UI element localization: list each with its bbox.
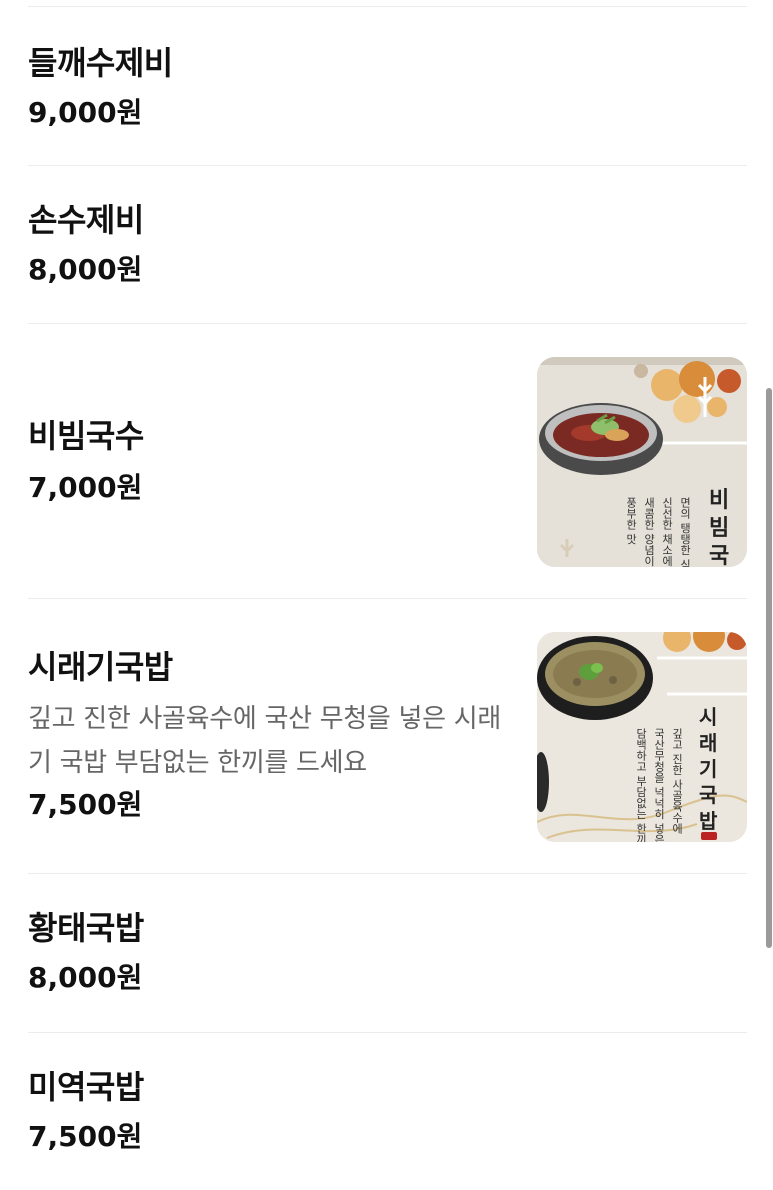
menu-item-price: 8,000원 [28, 253, 143, 286]
svg-text:풍부한 맛: 풍부한 맛 [625, 497, 638, 545]
menu-item-name: 비빔국수 [28, 417, 144, 455]
svg-text:빔: 빔 [709, 516, 729, 541]
svg-text:시: 시 [699, 705, 717, 729]
menu-item-miyeok-gukbap[interactable]: 미역국밥 7,500원 [28, 1033, 747, 1190]
svg-text:국: 국 [709, 544, 729, 567]
menu-item-name: 손수제비 [28, 201, 144, 239]
menu-item-description: 깊고 진한 사골육수에 국산 무청을 넣은 시래기 국밥 부담없는 한끼를 드세… [28, 704, 501, 778]
svg-text:밥: 밥 [699, 809, 718, 833]
svg-text:국: 국 [699, 783, 717, 807]
menu-item-deulkkae-sujebi[interactable]: 들깨수제비 9,000원 [28, 7, 747, 166]
menu-list: 들깨수제비 9,000원 손수제비 8,000원 비빔국수 7,000원 비 빔… [0, 0, 773, 1190]
svg-text:깊고 진한 사골육수에: 깊고 진한 사골육수에 [671, 728, 684, 835]
menu-item-price: 9,000원 [28, 96, 143, 129]
svg-text:새콤한 양념이: 새콤한 양념이 [643, 497, 656, 567]
menu-item-photo[interactable]: 시 래 기 국 밥 깊고 진한 사골육수에 국산무청을 넉넉히 넣은, 담백하고… [537, 632, 747, 842]
svg-text:면의 탱탱한 식: 면의 탱탱한 식 [679, 497, 692, 567]
svg-text:기: 기 [699, 757, 717, 781]
svg-text:신선한 채소에: 신선한 채소에 [661, 497, 674, 567]
svg-text:국산무청을 넉넉히 넣은,: 국산무청을 넉넉히 넣은, [653, 728, 666, 842]
menu-item-name: 미역국밥 [28, 1068, 144, 1106]
scrollbar[interactable] [766, 388, 772, 948]
svg-text:담백하고 부담없는 한끼: 담백하고 부담없는 한끼 [635, 728, 648, 842]
menu-item-name: 시래기국밥 [28, 648, 173, 686]
menu-item-photo[interactable]: 비 빔 국 면의 탱탱한 식 신선한 채소에 새콤한 양념이 풍부한 맛 [537, 357, 747, 567]
menu-item-son-sujebi[interactable]: 손수제비 8,000원 [28, 166, 747, 324]
menu-item-hwangtae-gukbap[interactable]: 황태국밥 8,000원 [28, 874, 747, 1033]
svg-text:래: 래 [699, 731, 717, 755]
menu-item-price: 8,000원 [28, 961, 143, 994]
menu-item-name: 들깨수제비 [28, 44, 173, 82]
menu-item-price: 7,500원 [28, 788, 143, 821]
photo-title: 비 [709, 488, 729, 513]
menu-item-name: 황태국밥 [28, 909, 144, 947]
menu-item-bibim-guksu[interactable]: 비빔국수 7,000원 비 빔 국 면의 탱탱한 식 신선한 채소에 새콤한 양… [28, 324, 747, 599]
menu-item-siraegi-gukbap[interactable]: 시래기국밥 깊고 진한 사골육수에 국산 무청을 넣은 시래기 국밥 부담없는 … [28, 599, 747, 874]
menu-item-price: 7,500원 [28, 1120, 143, 1153]
siraegi-gukbap-photo: 시 래 기 국 밥 깊고 진한 사골육수에 국산무청을 넉넉히 넣은, 담백하고… [537, 632, 747, 842]
bibim-guksu-photo: 비 빔 국 면의 탱탱한 식 신선한 채소에 새콤한 양념이 풍부한 맛 [537, 357, 747, 567]
menu-item-price: 7,000원 [28, 471, 143, 504]
